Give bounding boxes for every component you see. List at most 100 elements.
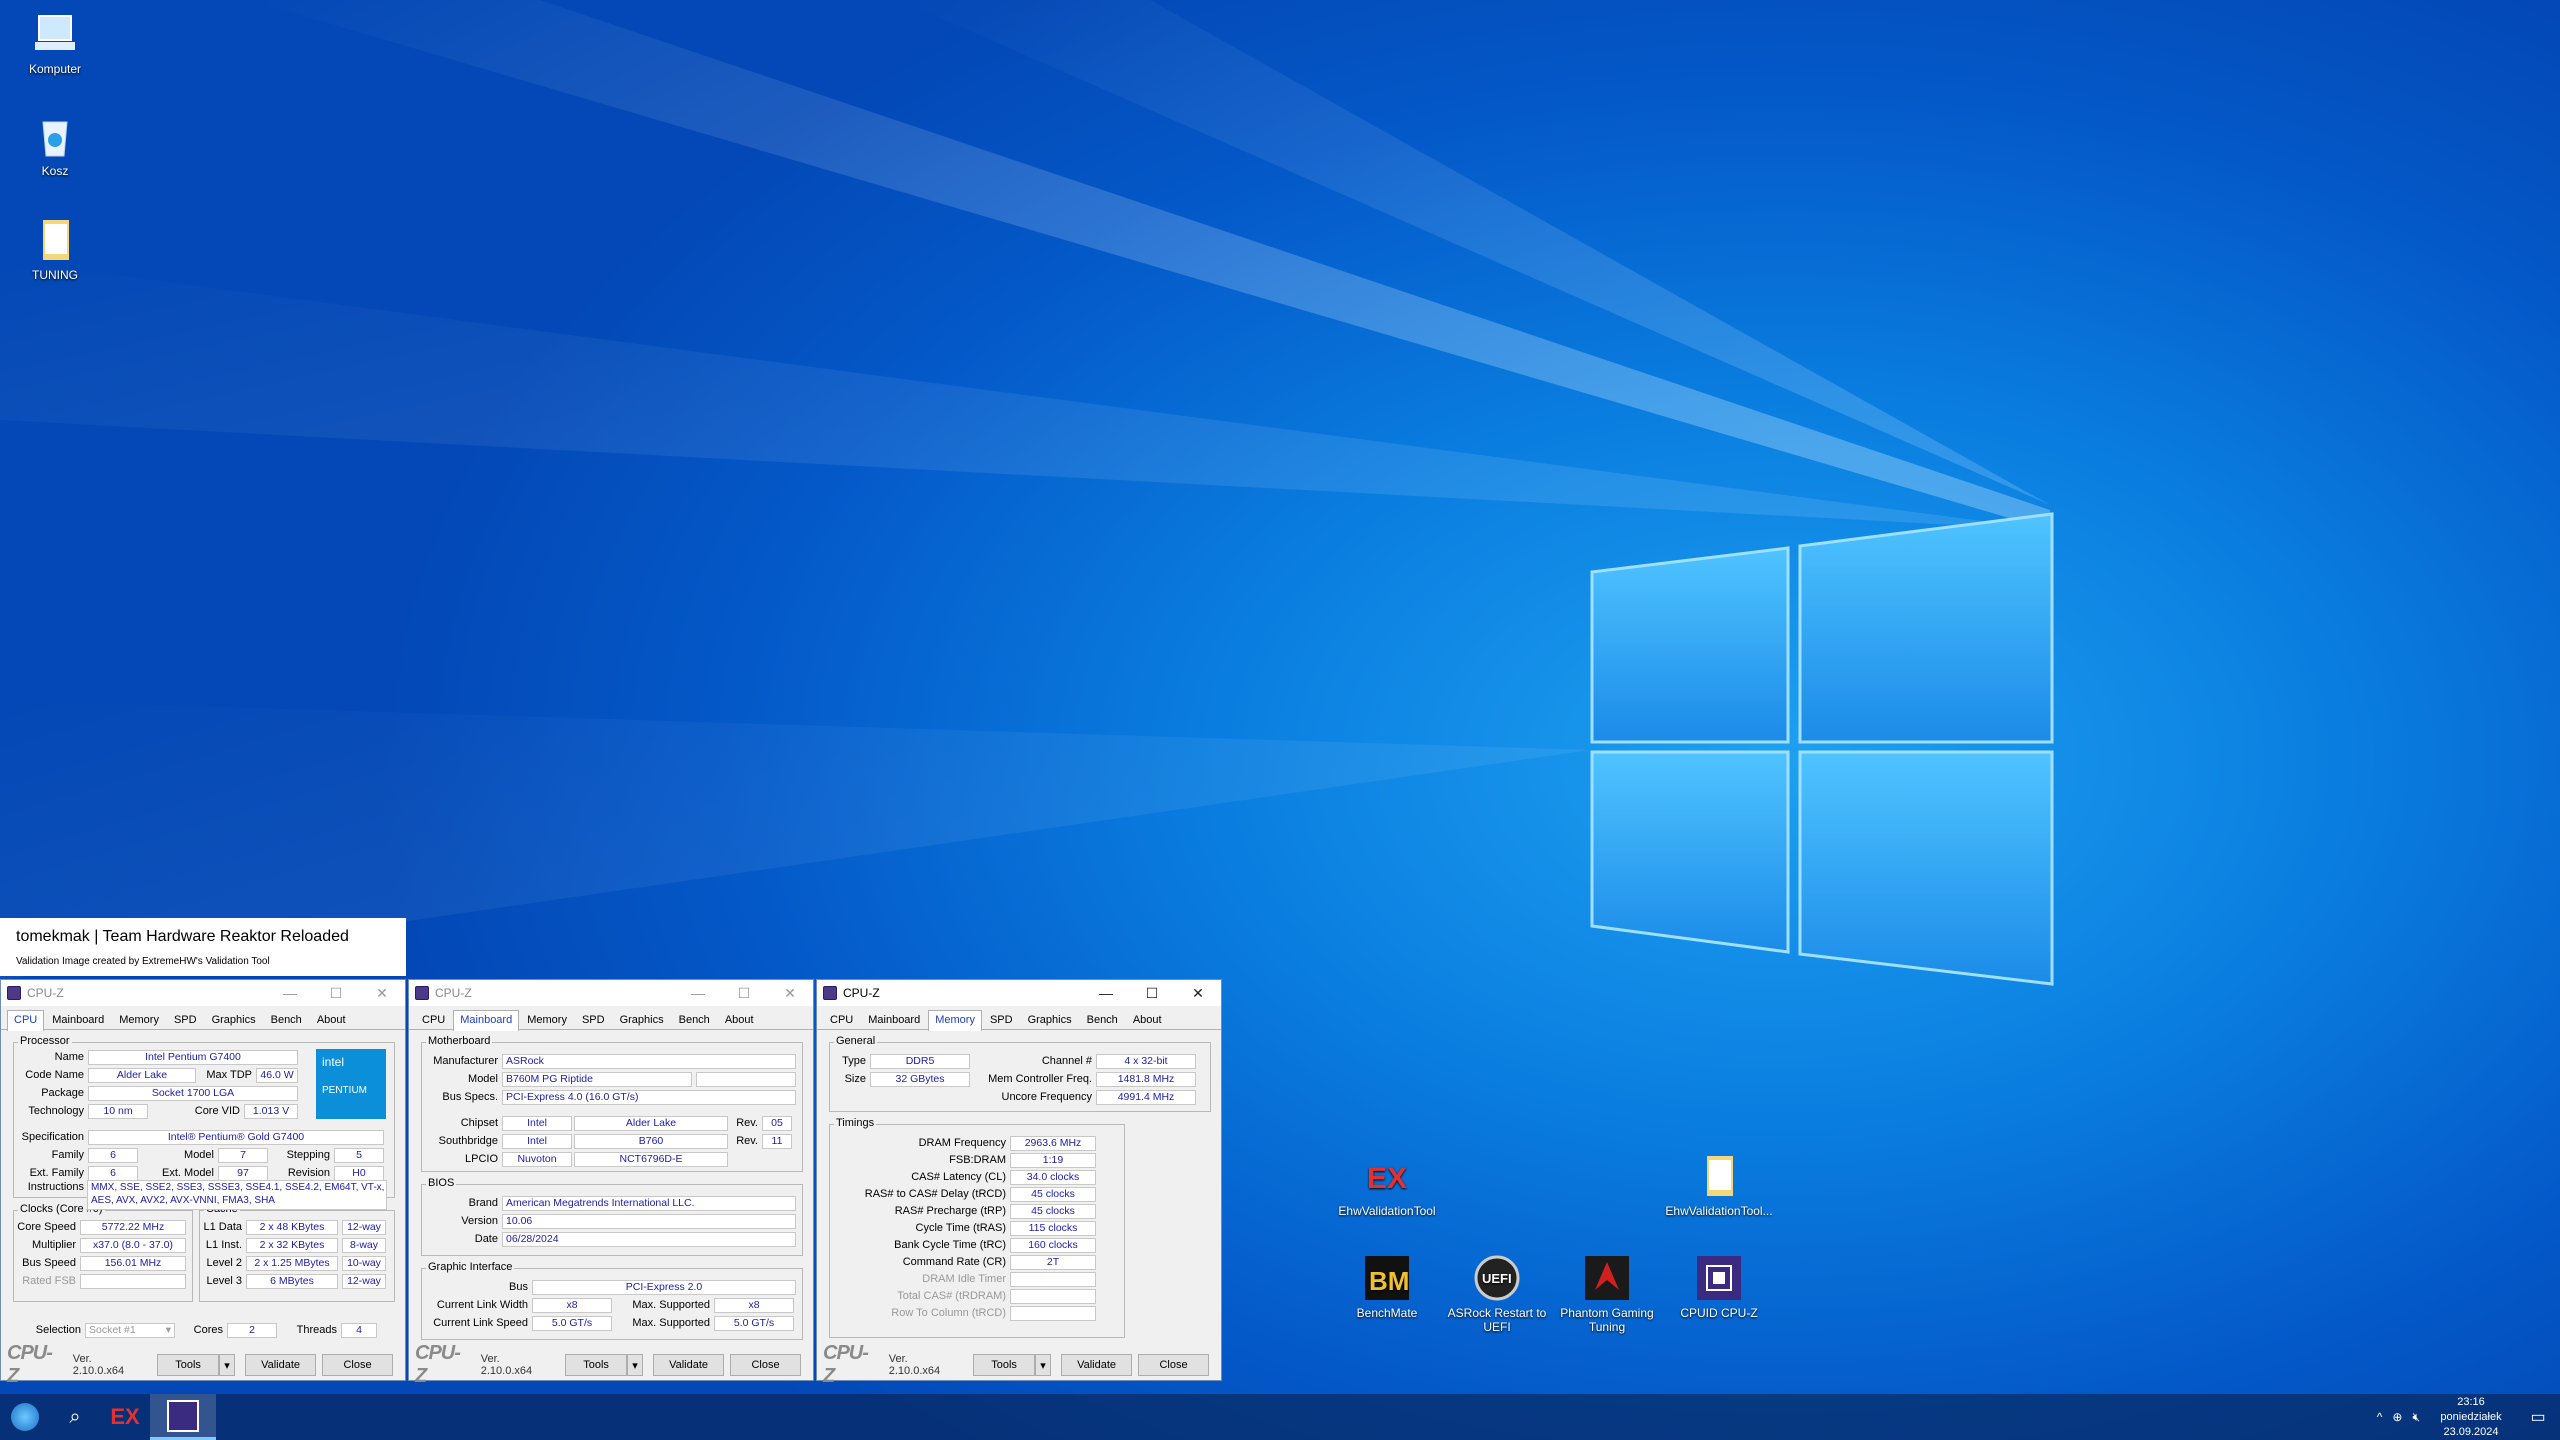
mb-model: B760M PG Riptide bbox=[502, 1071, 692, 1087]
minimize-button[interactable]: — bbox=[1083, 985, 1129, 1001]
desktop-icon-benchmate[interactable]: BM BenchMate bbox=[1332, 1254, 1442, 1320]
desktop-icon-komputer[interactable]: Komputer bbox=[0, 10, 110, 76]
tab-spd[interactable]: SPD bbox=[167, 1010, 204, 1030]
tab-graphics[interactable]: Graphics bbox=[205, 1010, 263, 1030]
maximize-button[interactable]: ☐ bbox=[721, 985, 767, 1002]
validate-button[interactable]: Validate bbox=[245, 1354, 317, 1376]
tools-button[interactable]: Tools bbox=[565, 1354, 628, 1376]
desktop-icon-cpuz[interactable]: CPUID CPU-Z bbox=[1664, 1254, 1774, 1320]
ex-logo-icon: EX bbox=[1363, 1152, 1411, 1200]
desktop-icon-phantom-gaming[interactable]: Phantom Gaming Tuning bbox=[1552, 1254, 1662, 1334]
level-3: 6 MBytes bbox=[246, 1273, 338, 1289]
tab-bench[interactable]: Bench bbox=[672, 1010, 717, 1030]
desktop-icon-ehwvalidationtool[interactable]: EX EhwValidationTool bbox=[1332, 1152, 1442, 1218]
close-button[interactable]: Close bbox=[1138, 1354, 1209, 1376]
rated-fsb bbox=[80, 1273, 186, 1289]
socket-select[interactable]: Socket #1 ▾ bbox=[85, 1322, 175, 1338]
southbridge: B760 bbox=[574, 1133, 728, 1149]
tab-about[interactable]: About bbox=[718, 1010, 761, 1030]
total-cas bbox=[1010, 1288, 1096, 1304]
title-bar[interactable]: CPU-Z — ☐ ✕ bbox=[817, 980, 1221, 1006]
computer-icon bbox=[31, 10, 79, 58]
family: 6 bbox=[88, 1147, 138, 1163]
status-bar: CPU-Z Ver. 2.10.0.x64 Tools ▾ Validate Cl… bbox=[409, 1342, 813, 1387]
general-group: General Type DDR5 Channel #4 x 32-bit Size… bbox=[829, 1035, 1211, 1112]
tab-spd[interactable]: SPD bbox=[575, 1010, 612, 1030]
tab-memory[interactable]: Memory bbox=[928, 1010, 982, 1031]
motherboard-group: Motherboard Manufacturer ASRock Model B760… bbox=[421, 1035, 803, 1172]
desktop-icon-asrock-uefi[interactable]: UEFI ASRock Restart to UEFI bbox=[1442, 1254, 1552, 1334]
version: Ver. 2.10.0.x64 bbox=[888, 1353, 941, 1377]
tab-bar: CPU Mainboard Memory SPD Graphics Bench … bbox=[409, 1006, 813, 1031]
tab-memory[interactable]: Memory bbox=[112, 1010, 166, 1030]
cache-group: Cache L1 Data2 x 48 KBytes12-way L1 Inst… bbox=[199, 1203, 395, 1302]
tools-dropdown-button[interactable]: ▾ bbox=[219, 1354, 236, 1376]
desktop-icon-ehwvalidationtool-folder[interactable]: EhwValidationTool... bbox=[1664, 1152, 1774, 1218]
ext-family: 6 bbox=[88, 1165, 138, 1181]
tab-bench[interactable]: Bench bbox=[1080, 1010, 1125, 1030]
cores: 2 bbox=[227, 1322, 277, 1338]
dram-frequency: 2963.6 MHz bbox=[1010, 1135, 1096, 1151]
tab-about[interactable]: About bbox=[310, 1010, 353, 1030]
uefi-icon: UEFI bbox=[1473, 1254, 1521, 1302]
close-button[interactable]: Close bbox=[730, 1354, 801, 1376]
folder-icon bbox=[1695, 1152, 1743, 1200]
folder-icon bbox=[31, 216, 79, 264]
close-window-button[interactable]: ✕ bbox=[1175, 985, 1221, 1002]
close-window-button[interactable]: ✕ bbox=[767, 985, 813, 1002]
taskbar-cpuz[interactable] bbox=[150, 1394, 216, 1440]
chevron-up-icon[interactable]: ^ bbox=[2377, 1410, 2383, 1424]
clock[interactable]: 23:16 poniedziałek 23.09.2024 bbox=[2426, 1395, 2516, 1440]
tab-mainboard[interactable]: Mainboard bbox=[453, 1010, 520, 1031]
title-bar[interactable]: CPU-Z — ☐ ✕ bbox=[409, 980, 813, 1006]
ext-model: 97 bbox=[218, 1165, 268, 1181]
tools-dropdown-button[interactable]: ▾ bbox=[1035, 1354, 1052, 1376]
desktop-icon-tuning[interactable]: TUNING bbox=[0, 216, 110, 282]
window-title: CPU-Z bbox=[27, 986, 64, 1000]
tab-spd[interactable]: SPD bbox=[983, 1010, 1020, 1030]
bus-specs: PCI-Express 4.0 (16.0 GT/s) bbox=[502, 1089, 796, 1105]
validate-button[interactable]: Validate bbox=[1061, 1354, 1133, 1376]
version: Ver. 2.10.0.x64 bbox=[480, 1353, 533, 1377]
tab-bar: CPU Mainboard Memory SPD Graphics Bench … bbox=[817, 1006, 1221, 1031]
maximize-button[interactable]: ☐ bbox=[1129, 985, 1175, 1002]
tab-graphics[interactable]: Graphics bbox=[613, 1010, 671, 1030]
clocks-group: Clocks (Core #0) Core Speed 5772.22 MHz M… bbox=[13, 1203, 193, 1302]
search-button[interactable]: ⌕ bbox=[50, 1394, 100, 1440]
tab-about[interactable]: About bbox=[1126, 1010, 1169, 1030]
taskbar-ehw-validation[interactable]: EX bbox=[100, 1394, 150, 1440]
tab-graphics[interactable]: Graphics bbox=[1021, 1010, 1079, 1030]
title-bar[interactable]: CPU-Z — ☐ ✕ bbox=[1, 980, 405, 1006]
tools-button[interactable]: Tools bbox=[973, 1354, 1036, 1376]
tools-dropdown-button[interactable]: ▾ bbox=[627, 1354, 644, 1376]
minimize-button[interactable]: — bbox=[675, 985, 721, 1001]
processor-group: Processor Name Intel Pentium G7400 Code N… bbox=[13, 1035, 395, 1198]
tools-button[interactable]: Tools bbox=[157, 1354, 220, 1376]
command-rate: 2T bbox=[1010, 1254, 1096, 1270]
tab-memory[interactable]: Memory bbox=[520, 1010, 574, 1030]
cpuz-icon bbox=[1695, 1254, 1743, 1302]
tab-mainboard[interactable]: Mainboard bbox=[861, 1010, 927, 1030]
minimize-button[interactable]: — bbox=[267, 985, 313, 1001]
notifications-icon[interactable]: ▭ bbox=[2516, 1407, 2560, 1427]
tab-bench[interactable]: Bench bbox=[264, 1010, 309, 1030]
validate-button[interactable]: Validate bbox=[653, 1354, 725, 1376]
tab-cpu[interactable]: CPU bbox=[823, 1010, 860, 1030]
tab-mainboard[interactable]: Mainboard bbox=[45, 1010, 111, 1030]
tab-cpu[interactable]: CPU bbox=[7, 1010, 45, 1031]
cpuz-icon bbox=[167, 1399, 199, 1432]
graphic-interface-group: Graphic Interface Bus PCI-Express 2.0 Cur… bbox=[421, 1261, 803, 1340]
row-to-column bbox=[1010, 1305, 1096, 1321]
volume-muted-icon[interactable]: 🔇︎ bbox=[2412, 1410, 2420, 1425]
maximize-button[interactable]: ☐ bbox=[313, 985, 359, 1002]
desktop-icon-kosz[interactable]: Kosz bbox=[0, 112, 110, 178]
start-button[interactable] bbox=[0, 1394, 50, 1440]
close-window-button[interactable]: ✕ bbox=[359, 985, 405, 1002]
manufacturer: ASRock bbox=[502, 1053, 796, 1069]
tab-cpu[interactable]: CPU bbox=[415, 1010, 452, 1030]
memory-type: DDR5 bbox=[870, 1053, 970, 1069]
validation-banner: tomekmak | Team Hardware Reaktor Reloade… bbox=[0, 918, 406, 976]
close-button[interactable]: Close bbox=[322, 1354, 393, 1376]
network-icon[interactable]: ⊕ bbox=[2392, 1410, 2402, 1424]
windows-start-icon bbox=[11, 1403, 39, 1431]
